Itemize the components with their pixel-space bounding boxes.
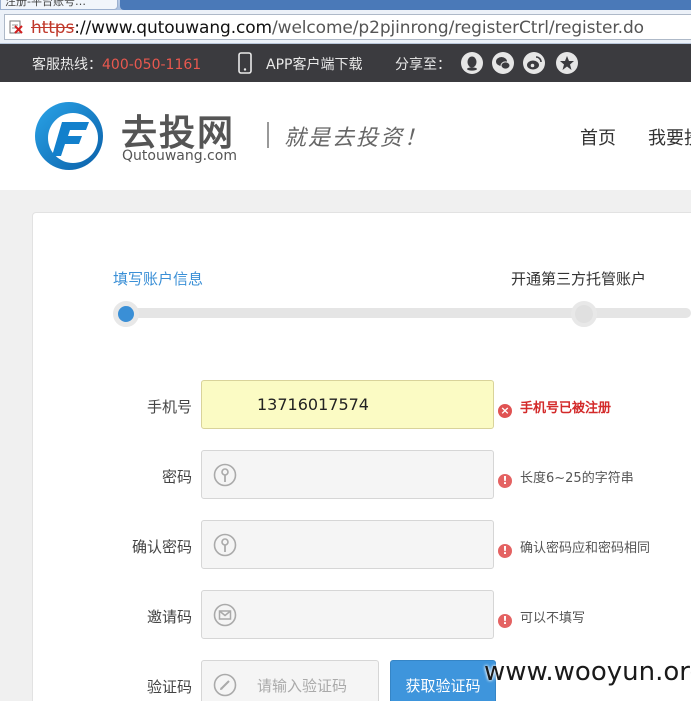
wechat-icon[interactable]	[492, 52, 514, 74]
step-progress-track	[122, 308, 691, 318]
url-path: /welcome/p2pjinrong/registerCtrl/registe…	[272, 18, 644, 38]
info-icon: !	[498, 544, 512, 558]
captcha-placeholder: 请输入验证码	[257, 677, 348, 695]
phone-value: 13716017574	[257, 395, 369, 414]
invite-code-hint: ! 可以不填写	[498, 607, 585, 628]
invite-code-input[interactable]	[201, 590, 494, 639]
broken-ssl-icon[interactable]	[9, 20, 23, 34]
customer-hotline: 客服热线：400-050-1161	[32, 54, 201, 74]
hotline-number: 400-050-1161	[102, 57, 202, 73]
step-open-custody-account: 开通第三方托管账户	[511, 270, 647, 288]
phone-hint-text: 手机号已被注册	[520, 401, 612, 416]
slogan: 就是去投资！	[284, 126, 429, 151]
site-header: 去投网 Qutouwang.com 就是去投资！ 首页 我要投	[0, 82, 691, 190]
phone-input[interactable]: 13716017574	[201, 380, 494, 429]
confirm-password-hint-text: 确认密码应和密码相同	[520, 541, 651, 556]
phone-error-hint: × 手机号已被注册	[498, 397, 611, 418]
weibo-icon[interactable]	[523, 52, 545, 74]
qutouwang-logo-icon[interactable]	[33, 100, 105, 172]
url-domain: ://www.qutouwang.com	[74, 18, 273, 38]
password-hint: ! 长度6~25的字符串	[498, 467, 634, 488]
browser-tab-title: 注册-平台账号…	[5, 0, 86, 8]
logo-english-text: Qutouwang.com	[122, 148, 237, 164]
url-scheme: https	[31, 18, 75, 38]
step-dot-current	[113, 301, 139, 327]
mobile-phone-icon	[238, 52, 252, 74]
info-icon: !	[498, 614, 512, 628]
step-dot-next	[571, 301, 597, 327]
browser-address-bar: https://www.qutouwang.com/welcome/p2pjin…	[0, 10, 691, 44]
qzone-icon[interactable]	[556, 52, 578, 74]
browser-tabstrip: 注册-平台账号…	[0, 0, 691, 10]
key-icon	[213, 533, 237, 557]
password-hint-text: 长度6~25的字符串	[520, 471, 634, 486]
qq-icon[interactable]	[461, 52, 483, 74]
nav-invest[interactable]: 我要投	[648, 124, 691, 150]
error-icon: ×	[498, 404, 512, 418]
key-icon	[213, 463, 237, 487]
get-verification-code-button[interactable]: 获取验证码	[390, 660, 496, 701]
url-field[interactable]: https://www.qutouwang.com/welcome/p2pjin…	[4, 14, 691, 40]
share-label: 分享至：	[395, 57, 451, 73]
browser-tabstrip-background	[120, 0, 691, 10]
nav-home[interactable]: 首页	[580, 124, 616, 150]
password-label: 密码	[161, 468, 192, 486]
phone-label: 手机号	[146, 398, 192, 416]
invite-code-label: 邀请码	[146, 608, 192, 626]
captcha-input[interactable]: 请输入验证码	[201, 660, 379, 701]
browser-tab[interactable]: 注册-平台账号…	[0, 0, 118, 10]
top-utility-bar: 客服热线：400-050-1161 APP客户端下载 分享至：	[0, 44, 691, 82]
envelope-icon	[213, 603, 237, 627]
confirm-password-label: 确认密码	[131, 538, 192, 556]
pencil-icon	[213, 673, 237, 697]
watermark: www.wooyun.org	[484, 657, 691, 687]
step-fill-account-info: 填写账户信息	[113, 270, 204, 288]
password-input[interactable]	[201, 450, 494, 499]
app-download-link[interactable]: APP客户端下载	[266, 54, 362, 74]
url-text: https://www.qutouwang.com/welcome/p2pjin…	[31, 18, 644, 38]
confirm-password-input[interactable]	[201, 520, 494, 569]
invite-code-hint-text: 可以不填写	[520, 611, 586, 626]
header-divider	[267, 122, 269, 148]
confirm-password-hint: ! 确认密码应和密码相同	[498, 537, 650, 558]
captcha-label: 验证码	[146, 678, 192, 696]
info-icon: !	[498, 474, 512, 488]
hotline-label: 客服热线：	[32, 57, 102, 73]
